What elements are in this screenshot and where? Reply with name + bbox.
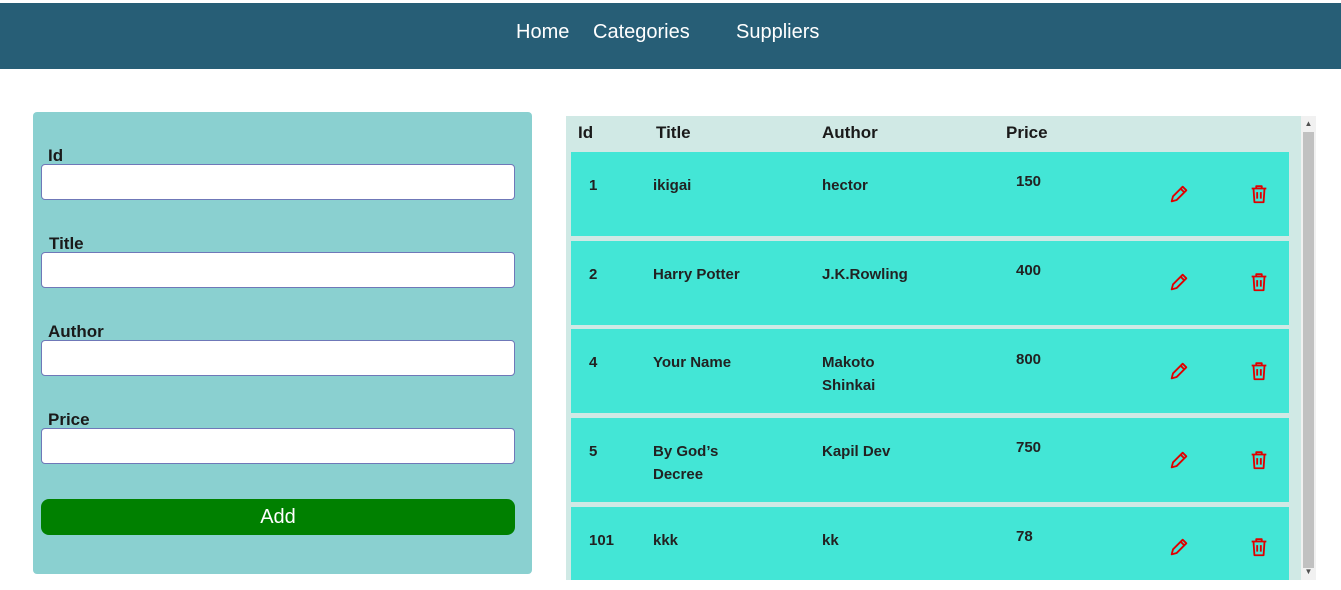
cell-title: Harry Potter [653, 266, 740, 283]
pencil-icon[interactable] [1168, 536, 1190, 558]
cell-title: ikigai [653, 177, 692, 194]
cell-title: kkk [653, 532, 679, 549]
cell-price: 150 [1016, 173, 1042, 190]
trash-icon[interactable] [1248, 360, 1270, 382]
header-id: Id [578, 123, 594, 142]
cell-title: Your Name [653, 354, 732, 371]
add-button[interactable]: Add [41, 499, 515, 535]
cell-price: 400 [1016, 262, 1042, 279]
nav-home-link[interactable]: Home [516, 21, 569, 44]
cell-id: 101 [589, 532, 615, 549]
pencil-icon[interactable] [1168, 183, 1190, 205]
trash-icon[interactable] [1248, 271, 1270, 293]
cell-id: 2 [589, 266, 598, 283]
cell-id: 1 [589, 177, 598, 194]
header-price: Price [1006, 123, 1048, 142]
nav-categories-link[interactable]: Categories [593, 21, 690, 44]
price-label: Price [48, 410, 90, 429]
top-navbar: Home Categories Suppliers [0, 3, 1341, 69]
title-input[interactable] [41, 252, 515, 288]
cell-title: By God’s Decree [653, 443, 719, 483]
title-label: Title [49, 234, 84, 253]
scroll-thumb[interactable] [1303, 132, 1314, 568]
cell-id: 4 [589, 354, 598, 371]
scroll-down-icon[interactable]: ▼ [1301, 565, 1316, 579]
pencil-icon[interactable] [1168, 360, 1190, 382]
table-scrollbar[interactable]: ▲ ▼ [1301, 116, 1316, 580]
cell-author: J.K.Rowling [822, 266, 908, 283]
nav-suppliers-link[interactable]: Suppliers [736, 21, 819, 44]
cell-id: 5 [589, 443, 598, 460]
cell-author: Kapil Dev [822, 443, 891, 460]
header-author: Author [822, 123, 878, 142]
price-input[interactable] [41, 428, 515, 464]
cell-price: 78 [1016, 528, 1033, 545]
table-row: 5 By God’s Decree Kapil Dev 750 [571, 418, 1289, 502]
books-table: Id Title Author Price 1 ikigai hector 15… [566, 116, 1301, 580]
table-row: 4 Your Name Makoto Shinkai 800 [571, 329, 1289, 413]
cell-author: kk [822, 532, 839, 549]
book-form-panel: Id Title Author Price Add [33, 112, 532, 574]
author-label: Author [48, 322, 104, 341]
scroll-up-icon[interactable]: ▲ [1301, 117, 1316, 131]
trash-icon[interactable] [1248, 449, 1270, 471]
cell-price: 750 [1016, 439, 1042, 456]
pencil-icon[interactable] [1168, 271, 1190, 293]
author-input[interactable] [41, 340, 515, 376]
trash-icon[interactable] [1248, 183, 1270, 205]
id-label: Id [48, 146, 64, 165]
cell-author: Makoto Shinkai [822, 354, 876, 394]
cell-price: 800 [1016, 351, 1042, 368]
trash-icon[interactable] [1248, 536, 1270, 558]
id-input[interactable] [41, 164, 515, 200]
table-row: 101 kkk kk 78 [571, 507, 1289, 580]
table-row: 1 ikigai hector 150 [571, 152, 1289, 236]
pencil-icon[interactable] [1168, 449, 1190, 471]
cell-author: hector [822, 177, 868, 194]
table-row: 2 Harry Potter J.K.Rowling 400 [571, 241, 1289, 325]
header-title: Title [656, 123, 691, 142]
